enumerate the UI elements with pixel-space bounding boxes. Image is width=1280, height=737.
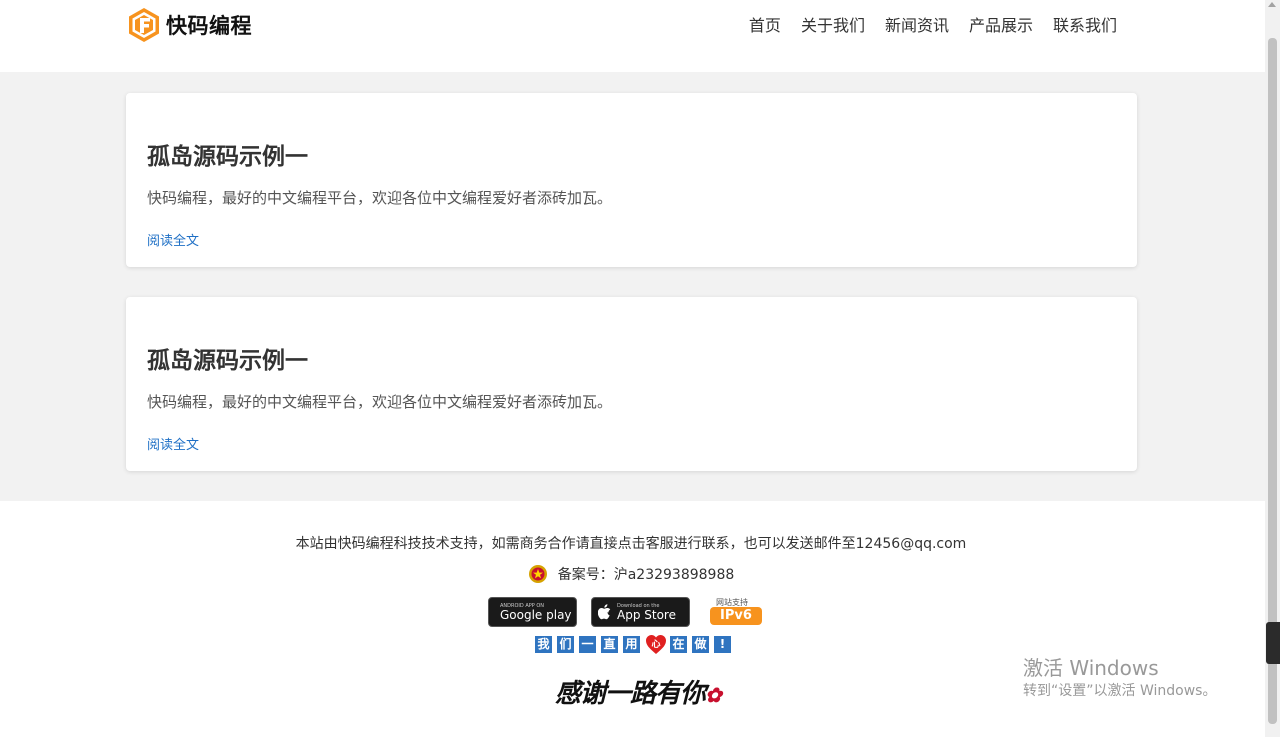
- store-badges: ANDROID APP ON Google play Download on t…: [488, 597, 766, 627]
- slogan-char: !: [714, 635, 731, 653]
- heart-char: 心: [651, 639, 660, 650]
- thanks-calligraphy: 感谢一路有你✿: [555, 673, 722, 710]
- app-store-badge[interactable]: Download on the App Store: [591, 597, 690, 627]
- nav-products[interactable]: 产品展示: [969, 14, 1033, 38]
- post-title[interactable]: 孤岛源码示例一: [147, 137, 308, 171]
- content-area: 孤岛源码示例一 快码编程，最好的中文编程平台，欢迎各位中文编程爱好者添砖加瓦。 …: [0, 72, 1265, 501]
- slogan-char: 直: [601, 635, 618, 653]
- slogan-char: 们: [557, 635, 574, 653]
- post-card: 孤岛源码示例一 快码编程，最好的中文编程平台，欢迎各位中文编程爱好者添砖加瓦。 …: [126, 297, 1137, 471]
- nav-home[interactable]: 首页: [749, 14, 781, 38]
- heart-icon: 心: [645, 634, 666, 654]
- google-play-badge[interactable]: ANDROID APP ON Google play: [488, 597, 577, 627]
- slogan-char: 做: [692, 635, 709, 653]
- site-logo[interactable]: 快码编程: [126, 6, 252, 44]
- police-badge-icon: [528, 565, 547, 583]
- windows-activation-watermark: 激活 Windows 转到“设置”以激活 Windows。: [1023, 656, 1216, 702]
- app-store-big: App Store: [617, 607, 676, 622]
- slogan-char: 一: [579, 635, 596, 653]
- slogan-char: 用: [623, 635, 640, 653]
- support-text: 本站由快码编程科技技术支持，如需商务合作请直接点击客服进行联系，也可以发送邮件至…: [295, 536, 967, 552]
- side-float-widget[interactable]: [1266, 622, 1280, 664]
- nav-news[interactable]: 新闻资讯: [885, 14, 949, 38]
- nav-about[interactable]: 关于我们: [801, 14, 865, 38]
- page: 快码编程 首页 关于我们 新闻资讯 产品展示 联系我们 孤岛源码示例一 快码编程…: [0, 0, 1280, 737]
- thanks-text: 感谢一路有你: [555, 679, 706, 709]
- site-header: 快码编程 首页 关于我们 新闻资讯 产品展示 联系我们: [0, 0, 1265, 72]
- read-more-link[interactable]: 阅读全文: [147, 230, 199, 249]
- flower-icon: ✿: [705, 683, 722, 707]
- nav-contact[interactable]: 联系我们: [1053, 14, 1117, 38]
- post-summary: 快码编程，最好的中文编程平台，欢迎各位中文编程爱好者添砖加瓦。: [147, 189, 613, 207]
- slogan-char: 在: [670, 635, 687, 653]
- record-number[interactable]: 备案号：沪a23293898988: [558, 564, 735, 584]
- google-play-big: Google play: [500, 607, 572, 622]
- post-title[interactable]: 孤岛源码示例一: [147, 341, 308, 375]
- ipv6-badge: 网站支持 IPv6: [704, 597, 766, 627]
- logo-text: 快码编程: [166, 14, 252, 38]
- logo-f-icon: [129, 8, 159, 42]
- apple-icon: [598, 604, 611, 620]
- watermark-line2: 转到“设置”以激活 Windows。: [1023, 683, 1217, 699]
- slogan: 我 们 一 直 用 心 在 做 !: [535, 634, 731, 654]
- ipv6-big: IPv6: [710, 607, 762, 625]
- scroll-up-arrow-icon[interactable]: [1268, 2, 1276, 7]
- post-card: 孤岛源码示例一 快码编程，最好的中文编程平台，欢迎各位中文编程爱好者添砖加瓦。 …: [126, 93, 1137, 267]
- record-info: 备案号：沪a23293898988: [0, 564, 1262, 584]
- slogan-char: 我: [535, 635, 552, 653]
- post-summary: 快码编程，最好的中文编程平台，欢迎各位中文编程爱好者添砖加瓦。: [147, 393, 613, 411]
- read-more-link[interactable]: 阅读全文: [147, 434, 199, 453]
- main-nav: 首页 关于我们 新闻资讯 产品展示 联系我们: [749, 14, 1117, 38]
- watermark-line1: 激活 Windows: [1023, 656, 1159, 680]
